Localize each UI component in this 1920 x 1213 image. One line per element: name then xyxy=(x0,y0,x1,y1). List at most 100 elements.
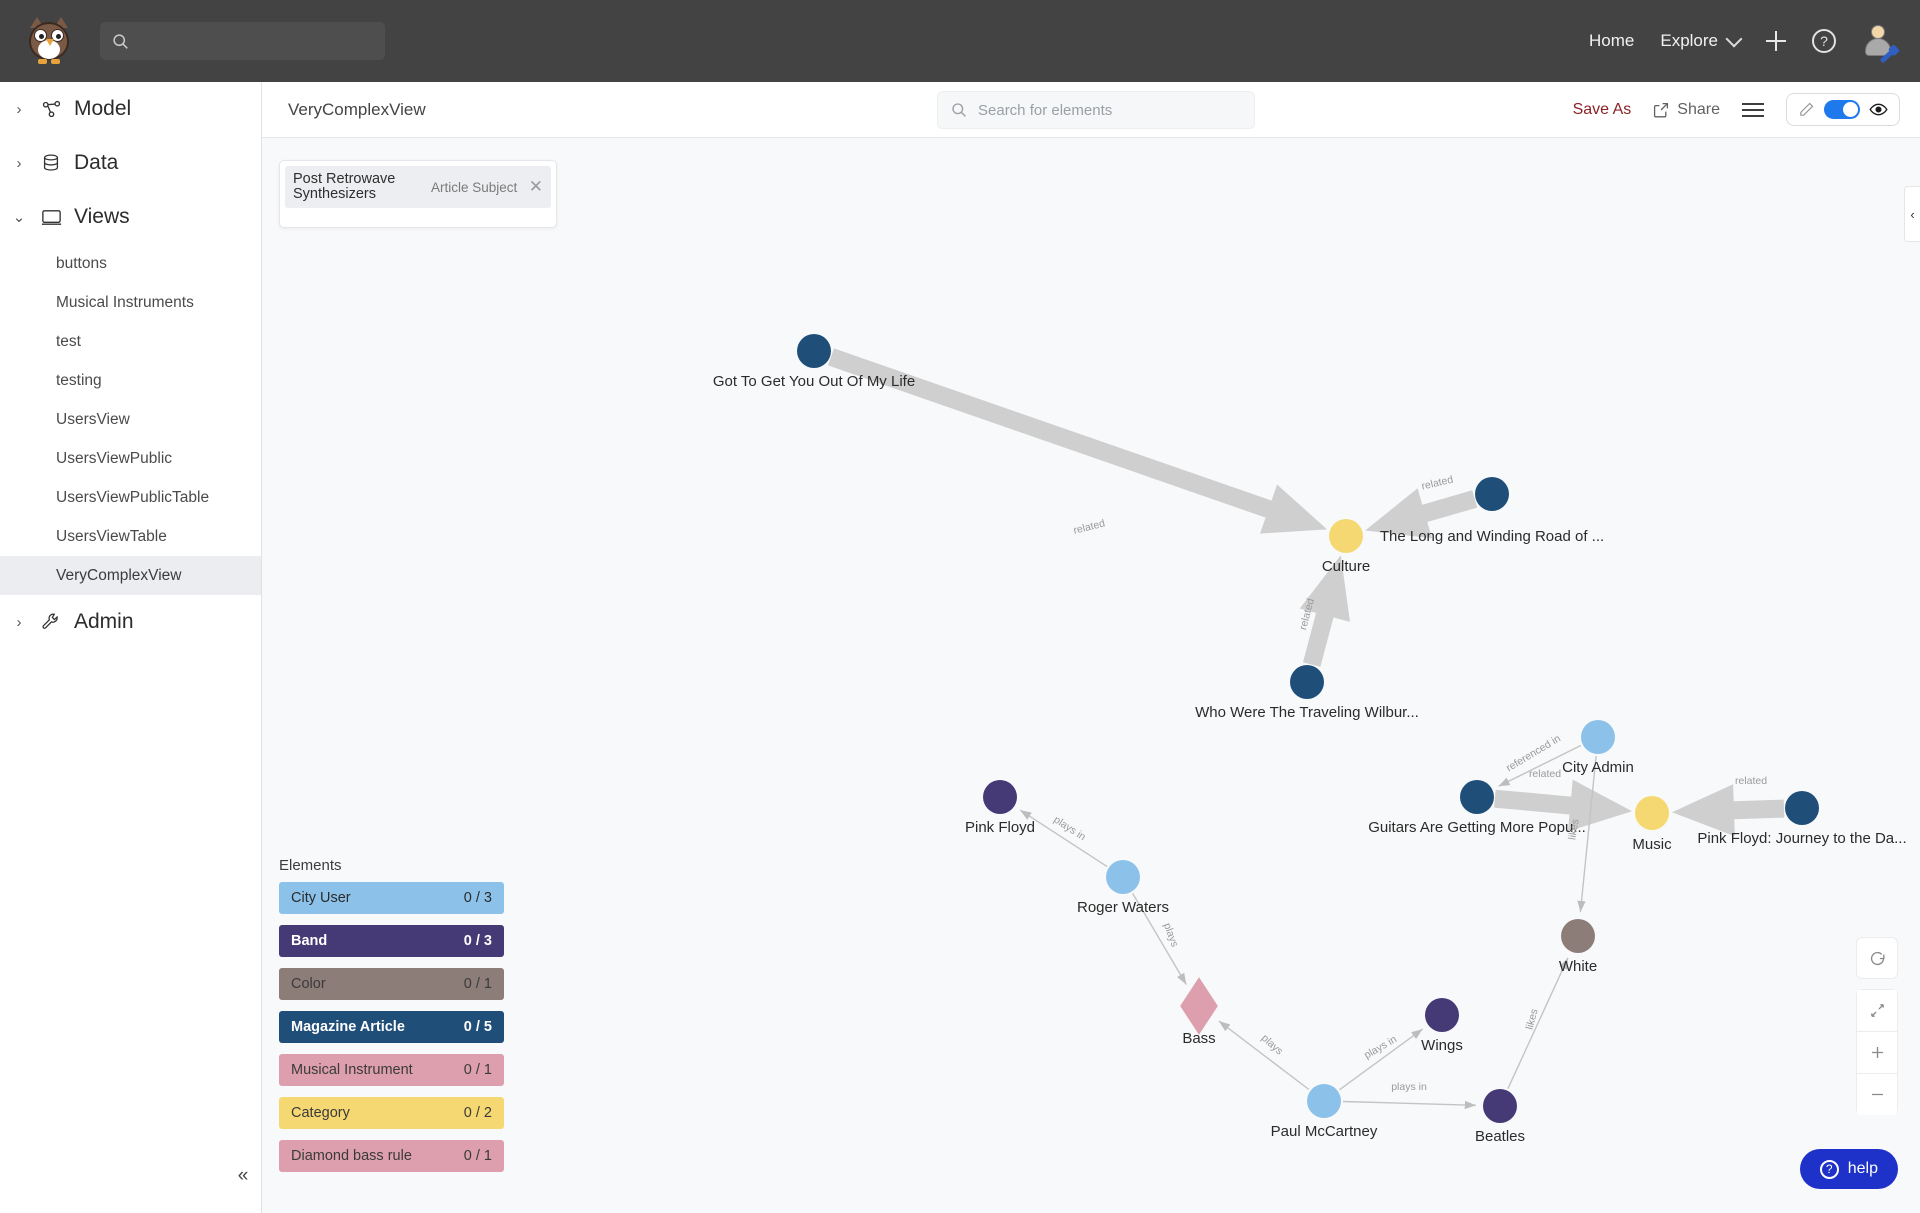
refresh-button[interactable] xyxy=(1856,937,1898,979)
sidebar-group-label: Views xyxy=(74,205,130,228)
global-search-input[interactable] xyxy=(139,33,339,49)
graph-node[interactable] xyxy=(1475,477,1509,511)
mode-toggle-switch[interactable] xyxy=(1824,100,1860,119)
graph-network-diagram[interactable]: Got To Get You Out Of My Life Culture The … xyxy=(262,138,1920,1213)
graph-node[interactable] xyxy=(1425,998,1459,1032)
graph-edge-pfjourney-music[interactable] xyxy=(1672,784,1785,837)
graph-edge-label: related xyxy=(1529,768,1561,780)
graph-edge-label: likes xyxy=(1524,1008,1541,1031)
views-screen-icon xyxy=(38,204,64,230)
graph-node[interactable] xyxy=(1307,1084,1341,1118)
graph-nodes[interactable]: Got To Get You Out Of My Life Culture The … xyxy=(713,334,1907,1145)
sidebar-group-label: Data xyxy=(74,151,119,174)
legend-title: Elements xyxy=(279,857,342,874)
fit-to-screen-button[interactable] xyxy=(1856,989,1898,1031)
chevron-right-icon: › xyxy=(16,613,22,631)
graph-node[interactable] xyxy=(1635,796,1669,830)
legend-row[interactable]: Color 0 / 1 xyxy=(279,968,504,1000)
graph-node-label: Wings xyxy=(1421,1037,1463,1054)
eye-icon[interactable] xyxy=(1869,100,1888,119)
nav-explore-label: Explore xyxy=(1660,31,1718,50)
sidebar-item-testing[interactable]: testing xyxy=(0,361,261,400)
graph-node-label: Music xyxy=(1632,836,1672,853)
element-search-box[interactable] xyxy=(937,91,1255,129)
minus-icon xyxy=(1871,1093,1883,1096)
legend-row[interactable]: Musical Instrument 0 / 1 xyxy=(279,1054,504,1086)
graph-node[interactable] xyxy=(797,334,831,368)
sidebar-item-verycomplexview[interactable]: VeryComplexView xyxy=(0,556,261,595)
sidebar-group-data[interactable]: › Data xyxy=(0,136,261,190)
refresh-icon xyxy=(1870,951,1885,965)
edit-view-mode-toggle[interactable] xyxy=(1786,93,1900,126)
sidebar-group-model[interactable]: › Model xyxy=(0,82,261,136)
graph-node[interactable] xyxy=(1460,780,1494,814)
graph-node[interactable] xyxy=(1483,1089,1517,1123)
graph-node-label: Bass xyxy=(1182,1030,1215,1047)
graph-node[interactable] xyxy=(1581,720,1615,754)
chevron-down-icon: ⌄ xyxy=(12,209,26,226)
sidebar-item-label: buttons xyxy=(56,254,107,272)
share-button[interactable]: Share xyxy=(1653,101,1720,119)
sidebar-item-label: UsersViewPublic xyxy=(56,449,173,467)
sidebar-views-list: buttons Musical Instruments test testing… xyxy=(0,244,261,595)
sidebar-item-buttons[interactable]: buttons xyxy=(0,244,261,283)
graph-node[interactable] xyxy=(1785,791,1819,825)
help-button[interactable]: ? help xyxy=(1799,1149,1898,1189)
external-link-icon xyxy=(1654,102,1669,117)
graph-canvas[interactable]: Post Retrowave Synthesizers Article Subj… xyxy=(262,138,1920,1213)
legend-row-count: 0 / 1 xyxy=(463,1148,492,1164)
sidebar-item-musical-instruments[interactable]: Musical Instruments xyxy=(0,283,261,322)
element-search-input[interactable] xyxy=(978,101,1228,119)
graph-node[interactable] xyxy=(1561,919,1595,953)
graph-node[interactable] xyxy=(1290,665,1324,699)
sidebar-item-test[interactable]: test xyxy=(0,322,261,361)
app-logo[interactable] xyxy=(0,17,98,64)
sidebar-item-usersviewpublic[interactable]: UsersViewPublic xyxy=(0,439,261,478)
pencil-icon[interactable] xyxy=(1798,101,1815,118)
nav-explore-menu[interactable]: Explore xyxy=(1660,30,1743,51)
sidebar-item-usersviewpublictable[interactable]: UsersViewPublicTable xyxy=(0,478,261,517)
graph-node-label: The Long and Winding Road of ... xyxy=(1380,528,1604,545)
nav-home-link[interactable]: Home xyxy=(1589,31,1634,51)
sidebar-item-usersviewtable[interactable]: UsersViewTable xyxy=(0,517,261,556)
legend-row-label: City User xyxy=(291,890,351,906)
plus-icon[interactable] xyxy=(1766,31,1786,51)
graph-edge-paulmc-beatles[interactable] xyxy=(1342,1100,1477,1110)
zoom-out-button[interactable] xyxy=(1856,1073,1898,1115)
graph-edge-label: related xyxy=(1420,474,1454,493)
search-icon xyxy=(952,103,966,117)
legend-row[interactable]: Category 0 / 2 xyxy=(279,1097,504,1129)
graph-node[interactable] xyxy=(1329,519,1363,553)
owl-logo-icon xyxy=(26,17,72,64)
sidebar-item-usersview[interactable]: UsersView xyxy=(0,400,261,439)
hamburger-menu-icon[interactable] xyxy=(1742,99,1764,121)
zoom-in-button[interactable] xyxy=(1856,1031,1898,1073)
graph-node-label: Paul McCartney xyxy=(1271,1123,1378,1140)
legend-row[interactable]: Band 0 / 3 xyxy=(279,925,504,957)
sidebar-collapse-button[interactable]: « xyxy=(228,1161,258,1191)
sidebar-group-views[interactable]: ⌄ Views xyxy=(0,190,261,244)
graph-edge-beatles-white[interactable] xyxy=(1507,957,1569,1089)
top-navigation-bar: Home Explore ? xyxy=(0,0,1920,82)
legend-row[interactable]: Diamond bass rule 0 / 1 xyxy=(279,1140,504,1172)
fit-to-screen-icon xyxy=(1870,1004,1884,1017)
admin-user-avatar-icon[interactable] xyxy=(1862,25,1897,64)
graph-node[interactable] xyxy=(983,780,1017,814)
page-title: VeryComplexView xyxy=(288,99,426,119)
legend-row[interactable]: City User 0 / 3 xyxy=(279,882,504,914)
save-as-button[interactable]: Save As xyxy=(1573,101,1632,119)
graph-node[interactable] xyxy=(1180,977,1218,1035)
global-search-box[interactable] xyxy=(100,22,385,60)
legend-row-label: Category xyxy=(291,1105,350,1121)
view-toolbar: VeryComplexView Save As Share xyxy=(262,82,1920,138)
question-circle-icon[interactable]: ? xyxy=(1812,29,1836,53)
graph-node[interactable] xyxy=(1106,860,1140,894)
graph-edge-paulmc-bass[interactable] xyxy=(1218,1020,1310,1091)
legend-row[interactable]: Magazine Article 0 / 5 xyxy=(279,1011,504,1043)
graph-node-label: White xyxy=(1559,958,1597,975)
graph-edge-label: plays in xyxy=(1051,814,1088,844)
legend-row-count: 0 / 3 xyxy=(463,890,492,906)
share-label: Share xyxy=(1677,100,1720,118)
sidebar-group-admin[interactable]: › Admin xyxy=(0,595,261,649)
right-panel-expander[interactable]: ‹ xyxy=(1904,186,1920,242)
